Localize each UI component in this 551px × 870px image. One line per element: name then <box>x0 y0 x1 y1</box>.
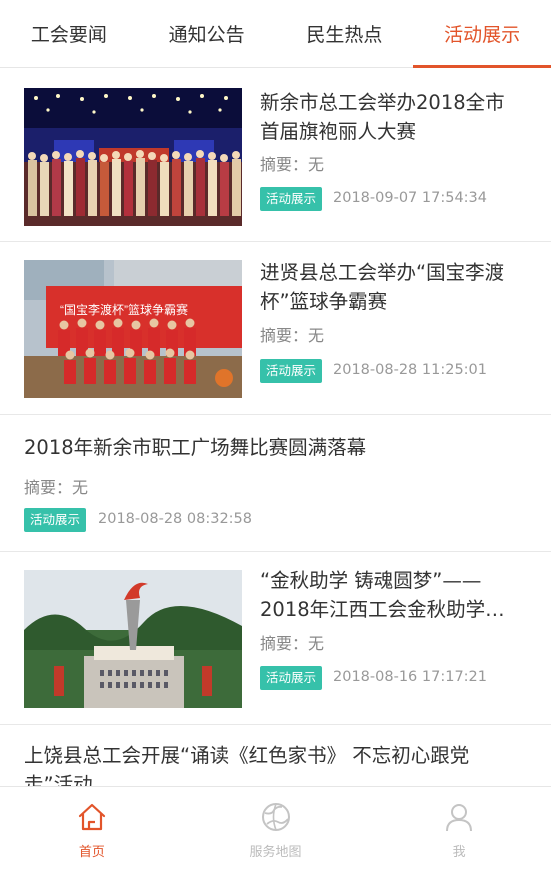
article-title[interactable]: 上饶县总工会开展“诵读《红色家书》 不忘初心跟党 走”活动 <box>24 741 529 786</box>
article-title[interactable]: 进贤县总工会举办“国宝李渡 杯”篮球争霸赛 <box>260 258 504 316</box>
publish-date: 2018-08-28 11:25:01 <box>333 362 487 378</box>
article-summary: 摘要：无 <box>260 634 325 653</box>
publish-date: 2018-09-07 17:54:34 <box>333 190 487 206</box>
nav-label: 服务地图 <box>249 845 302 860</box>
tab-activities[interactable]: 活动展示 <box>413 0 551 68</box>
article-title[interactable]: “金秋助学 铸魂圆梦”—— 2018年江西工会金秋助学… <box>260 566 505 624</box>
list-item[interactable]: 2018年新余市职工广场舞比赛圆满落幕 摘要：无 活动展示 2018-08-28… <box>0 415 551 552</box>
category-badge: 活动展示 <box>24 508 87 532</box>
category-badge: 活动展示 <box>260 359 323 383</box>
home-icon <box>78 803 105 831</box>
article-thumbnail <box>24 88 242 226</box>
list-item[interactable]: “国宝李渡杯”篮球争霸赛 进贤县总工会举办“国宝李渡 杯”篮球争霸赛 摘要：无 … <box>0 242 551 415</box>
list-item[interactable]: 上饶县总工会开展“诵读《红色家书》 不忘初心跟党 走”活动 <box>0 725 551 786</box>
tab-livelihood[interactable]: 民生热点 <box>276 0 414 67</box>
category-badge: 活动展示 <box>260 666 323 690</box>
nav-me[interactable]: 我 <box>367 787 551 870</box>
list-item[interactable]: “金秋助学 铸魂圆梦”—— 2018年江西工会金秋助学… 摘要：无 活动展示 2… <box>0 552 551 725</box>
banner-text: “国宝李渡杯”篮球争霸赛 <box>60 302 188 317</box>
article-title[interactable]: 新余市总工会举办2018全市 首届旗袍丽人大赛 <box>260 88 505 146</box>
publish-date: 2018-08-28 08:32:58 <box>98 511 252 527</box>
nav-home[interactable]: 首页 <box>0 787 184 870</box>
category-badge: 活动展示 <box>260 187 323 211</box>
nav-label: 首页 <box>78 845 105 860</box>
article-summary: 摘要：无 <box>260 326 325 345</box>
user-icon <box>446 804 473 832</box>
map-globe-icon <box>261 803 290 831</box>
bottom-nav: 首页 服务地图 我 <box>0 786 551 870</box>
tab-union-news[interactable]: 工会要闻 <box>0 0 138 67</box>
publish-date: 2018-08-16 17:17:21 <box>333 669 487 685</box>
list-item[interactable]: 新余市总工会举办2018全市 首届旗袍丽人大赛 摘要：无 活动展示 2018-0… <box>0 68 551 242</box>
article-summary: 摘要：无 <box>24 478 89 497</box>
tab-notices[interactable]: 通知公告 <box>138 0 276 67</box>
nav-service-map[interactable]: 服务地图 <box>184 787 368 870</box>
article-thumbnail <box>24 570 242 708</box>
category-tabs: 工会要闻 通知公告 民生热点 活动展示 <box>0 0 551 68</box>
article-list[interactable]: 新余市总工会举办2018全市 首届旗袍丽人大赛 摘要：无 活动展示 2018-0… <box>0 68 551 786</box>
nav-label: 我 <box>452 845 466 860</box>
article-title[interactable]: 2018年新余市职工广场舞比赛圆满落幕 <box>24 433 366 462</box>
article-thumbnail: “国宝李渡杯”篮球争霸赛 <box>24 260 242 398</box>
article-summary: 摘要：无 <box>260 155 325 174</box>
